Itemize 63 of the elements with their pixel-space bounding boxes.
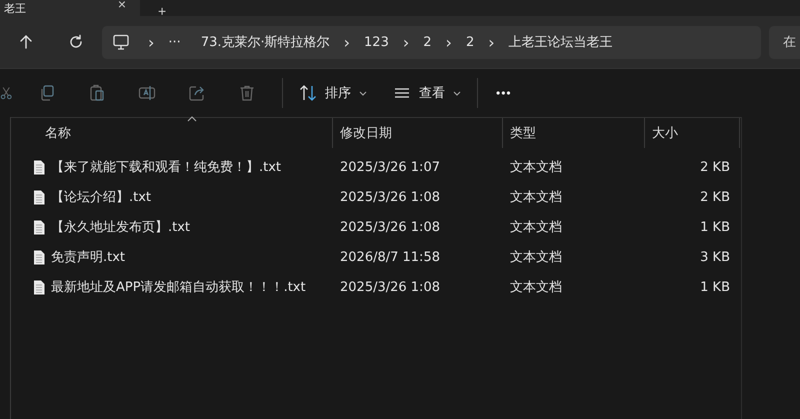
type-cell-text: 文本文档 (509, 189, 563, 206)
file-row-name[interactable]: 【永久地址发布页】.txt (11, 218, 333, 236)
size-cell-text: 1 KB (699, 280, 730, 294)
text-file-icon (33, 220, 45, 234)
type-cell-text: 文本文档 (509, 159, 563, 176)
column-header[interactable]: 大小 (645, 118, 740, 148)
rename-icon (138, 84, 156, 102)
monitor-icon (112, 33, 130, 51)
search-field[interactable]: 在 (769, 26, 800, 58)
size-cell-text: 3 KB (699, 250, 730, 264)
breadcrumb-separator: › (402, 32, 410, 52)
new-tab-button[interactable]: + (158, 6, 166, 16)
close-tab-button[interactable]: × (118, 0, 126, 8)
view-button[interactable]: 查看 (387, 76, 467, 110)
column-header[interactable]: 名称 (11, 118, 333, 148)
date-cell-text: 2025/3/26 1:08 (339, 190, 441, 204)
breadcrumb[interactable]: 73.克莱尔·斯特拉格尔 (190, 33, 340, 51)
caret-icon (359, 90, 367, 96)
clipboard-icon (88, 84, 106, 102)
tab-title: 老王 (4, 2, 26, 14)
caret-icon (453, 90, 461, 96)
text-file-icon (33, 160, 45, 174)
column-header[interactable]: 修改日期 (333, 118, 503, 148)
type-cell-text: 文本文档 (509, 279, 563, 296)
date-cell-text: 2026/8/7 11:58 (339, 250, 441, 264)
address-bar[interactable]: › ··· 73.克莱尔·斯特拉格尔 › 123 › 2 › 2 › 上老王论坛当老王 (102, 26, 761, 58)
column-header[interactable]: 类型 (503, 118, 645, 148)
file-row-name[interactable]: 免责声明.txt (11, 248, 333, 266)
sort-icon (299, 84, 317, 102)
file-row-name[interactable]: 最新地址及APP请发邮箱自动获取！！！.txt (11, 278, 333, 296)
breadcrumb[interactable]: 123 (354, 34, 399, 50)
file-name: 【永久地址发布页】.txt (51, 219, 190, 236)
file-name: 免责声明.txt (51, 249, 126, 266)
size-cell-text: 2 KB (699, 160, 730, 174)
trash-icon (238, 84, 256, 102)
type-cell-text: 文本文档 (509, 249, 563, 266)
breadcrumb[interactable]: 2 (413, 34, 442, 50)
date-cell-text: 2025/3/26 1:08 (339, 280, 441, 294)
breadcrumb-separator: › (487, 32, 496, 52)
sort-button[interactable]: 排序 (293, 76, 373, 110)
text-file-icon (33, 190, 45, 204)
date-cell-text: 2025/3/26 1:08 (339, 220, 441, 234)
breadcrumb-separator: › (444, 32, 453, 52)
type-cell-text: 文本文档 (509, 219, 563, 236)
text-file-icon (33, 280, 45, 294)
date-cell-text: 2025/3/26 1:07 (339, 160, 441, 174)
breadcrumb-separator: › (342, 32, 352, 52)
file-row-name[interactable]: 【论坛介绍】.txt (11, 188, 333, 206)
file-name: 最新地址及APP请发邮箱自动获取！！！.txt (51, 279, 306, 296)
breadcrumb[interactable]: 2 (456, 34, 484, 50)
breadcrumb[interactable]: 上老王论坛当老王 (498, 33, 623, 51)
size-cell-text: 2 KB (699, 190, 730, 204)
breadcrumb-separator: › (147, 32, 156, 52)
file-name: 【来了就能下载和观看！纯免费！】.txt (51, 159, 282, 176)
size-cell-text: 1 KB (699, 220, 730, 234)
file-row-name[interactable]: 【来了就能下载和观看！纯免费！】.txt (11, 158, 333, 176)
sort-caret-icon (187, 116, 197, 122)
more-options-button[interactable]: ••• (488, 76, 520, 110)
share-icon (188, 84, 206, 102)
file-name: 【论坛介绍】.txt (51, 189, 152, 206)
text-file-icon (33, 250, 45, 264)
more-breadcrumbs-button[interactable]: ··· (158, 34, 191, 50)
tab[interactable]: 老王 × (0, 0, 140, 16)
